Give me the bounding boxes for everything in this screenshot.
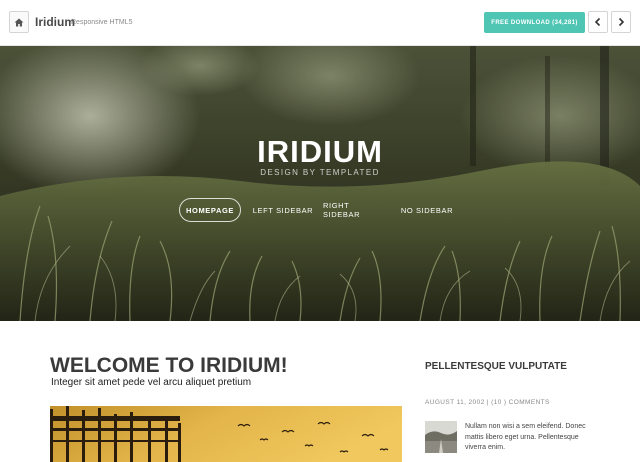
hero-background-image: [0, 46, 640, 321]
next-button[interactable]: [611, 11, 631, 33]
welcome-heading: WELCOME TO IRIDIUM!: [50, 354, 288, 377]
brand-name[interactable]: Iridium: [35, 15, 75, 29]
hero-banner: IRIDIUM DESIGN BY TEMPLATED HOMEPAGE LEF…: [0, 46, 640, 321]
previous-button[interactable]: [588, 11, 608, 33]
article-image: [50, 406, 402, 462]
post-thumbnail[interactable]: [425, 421, 457, 453]
free-download-button[interactable]: FREE DOWNLOAD (34,281): [484, 12, 585, 33]
nav-no-sidebar[interactable]: NO SIDEBAR: [397, 198, 457, 222]
brand-tagline: Responsive HTML5: [71, 19, 133, 26]
nav-left-sidebar[interactable]: LEFT SIDEBAR: [250, 198, 316, 222]
chevron-right-icon: [618, 17, 625, 27]
post-excerpt: Nullam non wisi a sem eleifend. Donec ma…: [465, 423, 586, 451]
chevron-left-icon: [594, 17, 601, 27]
welcome-subheading: Integer sit amet pede vel arcu aliquet p…: [51, 377, 252, 388]
hero-title: IRIDIUM: [257, 134, 383, 169]
hero-subtitle: DESIGN BY TEMPLATED: [260, 168, 380, 177]
nav-right-sidebar[interactable]: RIGHT SIDEBAR: [323, 198, 387, 222]
post-meta: AUGUST 11, 2002 | (10 ) COMMENTS: [425, 399, 550, 406]
sidebar-title: PELLENTESQUE VULPUTATE: [425, 361, 567, 372]
top-bar: Iridium Responsive HTML5 FREE DOWNLOAD (…: [0, 0, 640, 46]
home-icon: [14, 18, 24, 26]
home-button[interactable]: [9, 11, 29, 33]
nav-homepage[interactable]: HOMEPAGE: [179, 198, 241, 222]
